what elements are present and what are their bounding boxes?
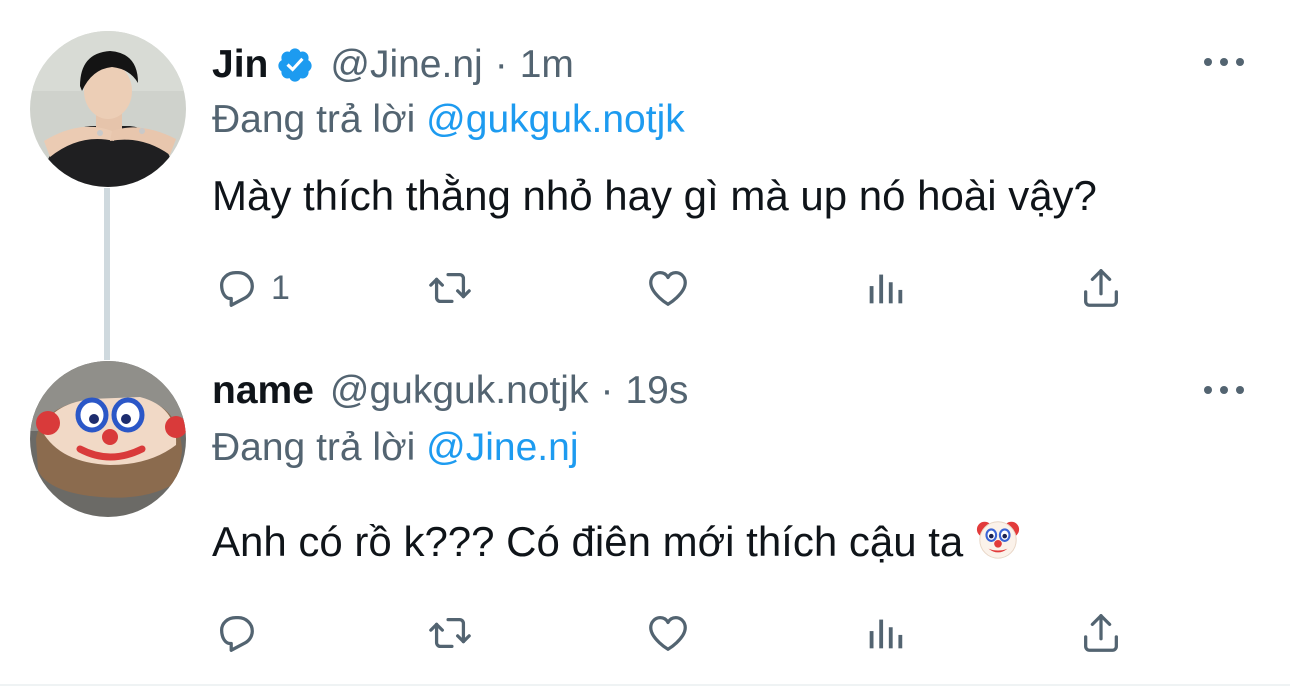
tweet-name[interactable]: name @gukguk.notjk · 19s Đang trả lời @J…: [0, 350, 1290, 685]
replying-to: Đang trả lời @gukguk.notjk: [212, 98, 685, 142]
author-name[interactable]: name: [212, 369, 314, 413]
replying-to-label: Đang trả lời: [212, 98, 416, 141]
separator-dot: ·: [494, 43, 508, 86]
avatar[interactable]: [30, 361, 186, 517]
avatar[interactable]: [30, 31, 186, 187]
retweet-button[interactable]: [427, 263, 473, 313]
replying-to-label: Đang trả lời: [212, 426, 416, 469]
action-bar: [0, 608, 1290, 658]
reply-button[interactable]: [213, 608, 271, 658]
clown-cake-photo-icon: [30, 361, 186, 517]
views-icon: [869, 274, 903, 304]
like-icon: [649, 271, 687, 306]
retweet-button[interactable]: [427, 608, 473, 658]
timestamp[interactable]: 1m: [520, 43, 574, 87]
replying-to: Đang trả lời @Jine.nj: [212, 426, 579, 470]
tweet-text-container: Anh có rồ k??? Có điên mới thích cậu ta: [212, 516, 1021, 566]
share-button[interactable]: [1078, 263, 1124, 313]
reply-button[interactable]: 1: [213, 263, 290, 313]
separator-dot: ·: [600, 369, 614, 412]
bottom-divider: [0, 684, 1290, 686]
author-name[interactable]: Jin: [212, 43, 268, 87]
like-button[interactable]: [645, 608, 691, 658]
tweet-header: Jin @Jine.nj · 1m: [212, 40, 574, 90]
views-button[interactable]: [862, 608, 908, 658]
views-button[interactable]: [862, 263, 908, 313]
retweet-icon: [429, 617, 471, 649]
share-icon: [1084, 614, 1118, 652]
share-button[interactable]: [1078, 608, 1124, 658]
more-icon[interactable]: [1204, 52, 1244, 72]
retweet-icon: [429, 272, 471, 304]
views-icon: [869, 619, 903, 649]
reply-count: 1: [271, 268, 290, 307]
clown-face-emoji-icon: [975, 516, 1021, 562]
tweet-jin[interactable]: Jin @Jine.nj · 1m Đang trả lời @gukguk.n…: [0, 0, 1290, 360]
tweet-text: Anh có rồ k??? Có điên mới thích cậu ta: [212, 518, 964, 565]
reply-icon: [219, 271, 254, 307]
profile-photo-icon: [30, 31, 186, 187]
tweet-header: name @gukguk.notjk · 19s: [212, 366, 688, 416]
author-handle[interactable]: @gukguk.notjk: [330, 369, 589, 413]
mention-link[interactable]: @gukguk.notjk: [426, 98, 685, 141]
like-button[interactable]: [645, 263, 691, 313]
mention-link[interactable]: @Jine.nj: [426, 426, 578, 469]
timestamp[interactable]: 19s: [625, 369, 688, 413]
more-icon[interactable]: [1204, 380, 1244, 400]
share-icon: [1084, 269, 1118, 307]
like-icon: [649, 616, 687, 651]
author-handle[interactable]: @Jine.nj: [330, 43, 482, 87]
verified-badge-icon: [276, 46, 314, 84]
tweet-text: Mày thích thằng nhỏ hay gì mà up nó hoài…: [212, 172, 1097, 219]
action-bar: 1: [0, 263, 1290, 313]
reply-icon: [219, 616, 254, 652]
